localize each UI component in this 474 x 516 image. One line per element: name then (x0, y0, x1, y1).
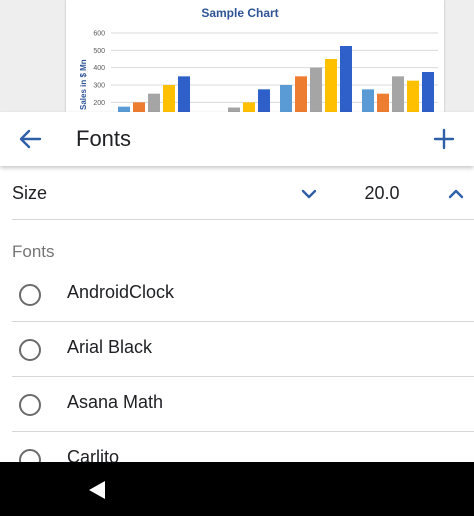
document-page: Sample Chart Sales in $ Mn 600 500 400 300 2… (66, 0, 444, 112)
page-title: Fonts (76, 126, 132, 151)
back-button[interactable] (14, 123, 46, 155)
arrow-left-icon (19, 129, 42, 149)
chevron-down-icon (301, 189, 317, 199)
fonts-section-title: Fonts (12, 242, 55, 261)
y-tick-label: 600 (93, 31, 105, 38)
toolbar: Fonts (0, 112, 474, 166)
font-item-androidclock[interactable]: AndroidClock (0, 268, 474, 323)
chart-bar (310, 67, 322, 112)
plus-icon (433, 128, 455, 150)
chart-bar (407, 80, 419, 112)
size-decrease-button[interactable] (296, 181, 322, 207)
font-item-asana-math[interactable]: Asana Math (0, 378, 474, 433)
chart-bar (133, 102, 145, 112)
chart-bar (340, 46, 352, 112)
font-name: AndroidClock (67, 282, 175, 302)
size-label: Size (12, 183, 48, 203)
y-tick-label: 500 (93, 48, 105, 55)
chart-bar (422, 72, 434, 112)
chevron-up-icon (448, 189, 464, 199)
font-name: Asana Math (67, 392, 164, 412)
y-tick-label: 200 (93, 100, 105, 107)
size-increase-button[interactable] (443, 181, 469, 207)
chart-bar (163, 85, 175, 112)
chart-bar (243, 102, 255, 112)
divider (12, 376, 474, 377)
radio-button[interactable] (19, 394, 41, 416)
chart-bar (377, 93, 389, 112)
document-preview: Sample Chart Sales in $ Mn 600 500 400 300 2… (0, 0, 474, 112)
system-navigation-bar (0, 462, 474, 516)
radio-button[interactable] (19, 339, 41, 361)
radio-button[interactable] (19, 284, 41, 306)
bar-chart: Sample Chart Sales in $ Mn 600 500 400 300 2… (79, 6, 438, 112)
chart-bar (295, 76, 307, 112)
chart-bar (280, 85, 292, 112)
font-item-arial-black[interactable]: Arial Black (0, 323, 474, 378)
chart-bar (392, 76, 404, 112)
chart-bar (362, 89, 374, 112)
size-value: 20.0 (364, 183, 400, 203)
chart-title: Sample Chart (201, 6, 278, 20)
nav-back-icon[interactable] (88, 480, 108, 500)
divider (12, 219, 474, 220)
chart-bar (325, 59, 337, 112)
y-tick-label: 300 (93, 83, 105, 90)
y-tick-label: 400 (93, 65, 105, 72)
divider (12, 431, 474, 432)
font-name: Arial Black (67, 337, 153, 357)
chart-bar (148, 93, 160, 112)
chart-bar (178, 76, 190, 112)
divider (12, 321, 474, 322)
chart-y-axis-label: Sales in $ Mn (79, 59, 88, 110)
chart-bar (258, 89, 270, 112)
add-font-button[interactable] (428, 123, 460, 155)
